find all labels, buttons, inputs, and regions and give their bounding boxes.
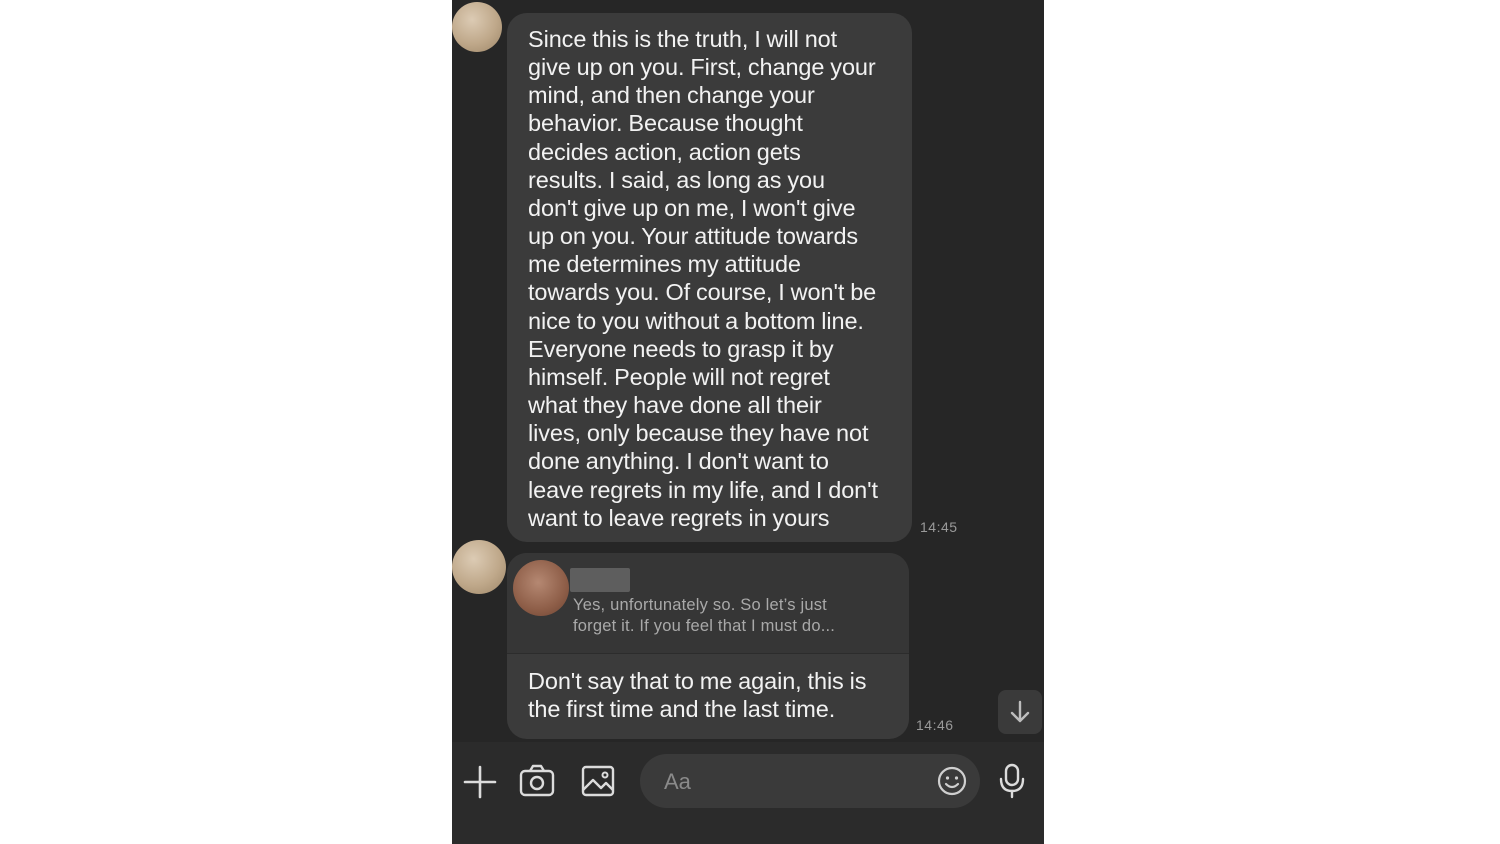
message-timestamp: 14:46 xyxy=(916,717,954,733)
camera-icon xyxy=(519,764,555,797)
image-icon xyxy=(581,765,615,797)
message-input-container xyxy=(640,754,980,810)
add-button[interactable] xyxy=(462,764,498,805)
chat-screen: Since this is the truth, I will not give… xyxy=(452,0,1044,844)
quoted-sender-name-redacted xyxy=(570,568,630,592)
voice-message-button[interactable] xyxy=(996,762,1028,805)
scroll-to-bottom-button[interactable] xyxy=(998,690,1042,734)
message-composer xyxy=(452,742,1044,844)
microphone-icon xyxy=(999,763,1025,799)
message-text: Since this is the truth, I will not give… xyxy=(528,26,878,531)
emoji-button[interactable] xyxy=(936,765,968,802)
quoted-message[interactable]: Yes, unfortunately so. So let’s just for… xyxy=(507,553,909,654)
quoted-message-text: Yes, unfortunately so. So let’s just for… xyxy=(573,596,836,635)
message-text: Don't say that to me again, this is the … xyxy=(528,668,867,723)
contact-avatar[interactable] xyxy=(452,540,506,594)
quoted-sender-avatar xyxy=(513,560,569,616)
message-bubble[interactable]: Since this is the truth, I will not give… xyxy=(507,13,912,542)
contact-avatar[interactable] xyxy=(452,2,502,52)
arrow-down-icon xyxy=(1010,700,1030,723)
camera-button[interactable] xyxy=(518,762,556,805)
plus-icon xyxy=(463,765,497,799)
message-input[interactable] xyxy=(662,754,926,810)
gallery-button[interactable] xyxy=(580,763,616,804)
message-timestamp: 14:45 xyxy=(920,519,958,535)
emoji-icon xyxy=(937,766,967,796)
reply-message-bubble[interactable]: Yes, unfortunately so. So let’s just for… xyxy=(507,553,909,739)
